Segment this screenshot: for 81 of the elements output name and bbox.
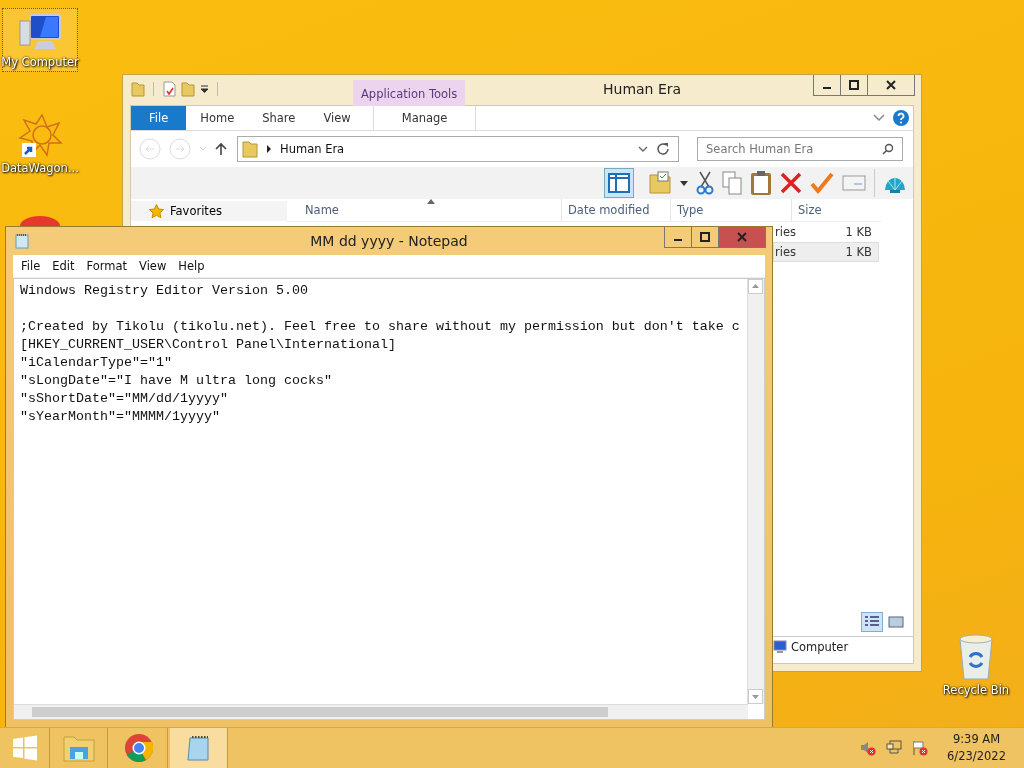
flag-icon[interactable] (912, 740, 929, 756)
address-bar[interactable]: Human Era (237, 136, 679, 162)
column-header[interactable]: Date modified (562, 199, 671, 221)
file-type: ries (775, 225, 796, 239)
dropdown-icon[interactable] (200, 85, 209, 93)
browser-icon (123, 733, 154, 763)
menu-item[interactable]: Help (172, 256, 211, 276)
delete-icon[interactable] (780, 172, 802, 194)
menu-item[interactable]: Edit (46, 256, 81, 276)
checkmark-icon[interactable] (810, 172, 834, 194)
ribbon-tab[interactable]: File (131, 106, 187, 130)
paste-icon[interactable] (750, 170, 772, 196)
file-row[interactable]: ries 1 KB (773, 222, 879, 242)
copy-icon[interactable] (722, 171, 742, 195)
file-type: ries (775, 245, 796, 259)
context-tab-header: Application Tools (353, 80, 466, 106)
menu-item[interactable]: File (15, 256, 47, 276)
ribbon-tab[interactable]: View (309, 106, 365, 130)
clock-date: 6/23/2022 (947, 748, 1006, 765)
star-pattern-icon (16, 113, 64, 159)
recycle-bin-icon (956, 633, 996, 681)
windows-logo-icon (11, 735, 38, 761)
horizontal-scrollbar[interactable] (14, 704, 748, 719)
folder-icon (61, 733, 96, 763)
ribbon-tab[interactable]: Share (248, 106, 310, 130)
search-field[interactable]: Search Human Era (697, 137, 903, 161)
file-size: 1 KB (845, 245, 873, 259)
search-icon (882, 143, 894, 155)
window-title: Human Era (603, 81, 682, 97)
column-header[interactable]: Size (792, 199, 881, 221)
computer-icon (773, 640, 787, 654)
speaker-muted-icon[interactable] (860, 740, 877, 756)
desktop-icon-label: DataWagon... (1, 161, 79, 175)
nav-label: Computer (791, 640, 849, 654)
close-icon (886, 80, 896, 90)
taskbar-app-button[interactable] (170, 728, 228, 768)
file-row[interactable]: ries 1 KB (773, 242, 879, 262)
network-icon[interactable] (886, 740, 903, 756)
file-size: 1 KB (845, 225, 873, 239)
help-icon[interactable] (893, 110, 909, 126)
nav-item[interactable]: Favorites (131, 201, 287, 221)
picture-icon (888, 616, 904, 628)
details-view-button[interactable] (861, 612, 883, 632)
folder-check-icon[interactable] (648, 171, 672, 195)
chevron-down-icon[interactable] (638, 145, 648, 153)
clock[interactable]: 9:39 AM 6/23/2022 (933, 728, 1018, 768)
up-arrow-icon[interactable] (215, 142, 227, 156)
refresh-icon[interactable] (656, 142, 670, 156)
cut-icon[interactable] (696, 171, 714, 195)
menu-item[interactable]: Format (80, 256, 134, 276)
ribbon-tab[interactable]: Home (186, 106, 249, 130)
maximize-icon (700, 232, 710, 242)
star-icon (149, 204, 164, 218)
breadcrumb-arrow-icon (266, 145, 272, 153)
chevron-down-icon[interactable] (873, 114, 885, 122)
notepad-icon (14, 233, 30, 249)
properties-icon[interactable] (162, 81, 176, 97)
desktop-icon-label: My Computer (1, 55, 79, 69)
app-icon[interactable] (20, 216, 60, 226)
new-folder-icon[interactable] (181, 81, 195, 97)
preview-pane-button[interactable] (604, 168, 634, 198)
vertical-scrollbar[interactable] (747, 279, 764, 704)
address-text: Human Era (280, 142, 345, 156)
clock-time: 9:39 AM (952, 731, 1001, 748)
menu-item[interactable]: View (133, 256, 173, 276)
sort-arrow-icon (427, 199, 435, 204)
close-icon (737, 232, 747, 242)
ribbon-tab[interactable]: Manage (372, 106, 477, 130)
details-list-icon (864, 615, 880, 629)
desktop-icon-label: Recycle Bin (942, 683, 1010, 697)
column-header[interactable]: Type (671, 199, 792, 221)
scroll-down-icon[interactable] (748, 689, 763, 704)
folder-icon (242, 140, 258, 158)
nav-label: Favorites (170, 204, 222, 218)
maximize-icon (849, 80, 859, 90)
folder-icon[interactable] (131, 81, 145, 97)
dropdown-icon[interactable] (680, 180, 688, 186)
scroll-up-icon[interactable] (748, 279, 763, 294)
minimize-icon (823, 87, 831, 89)
window-title: MM dd yyyy - Notepad (310, 233, 468, 249)
minimize-icon (674, 239, 682, 241)
